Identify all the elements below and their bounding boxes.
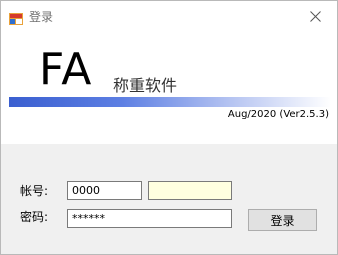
password-label: 密码: xyxy=(20,210,49,224)
title-bar[interactable]: 登录 xyxy=(1,1,337,31)
account-label: 帐号: xyxy=(20,184,49,198)
logo-text: FA xyxy=(39,44,93,95)
window-title: 登录 xyxy=(29,10,54,24)
account-input[interactable]: 0000 xyxy=(67,181,142,200)
version-label: Aug/2020 (Ver2.5.3) xyxy=(227,109,329,120)
banner: FA 称重软件 Aug/2020 (Ver2.5.3) xyxy=(1,31,337,144)
login-button[interactable]: 登录 xyxy=(248,209,317,231)
product-name: 称重软件 xyxy=(113,76,178,95)
password-input[interactable]: ****** xyxy=(67,209,232,228)
login-form: 帐号: 0000 密码: ****** 登录 xyxy=(1,144,337,254)
app-icon xyxy=(9,10,23,25)
close-button[interactable] xyxy=(293,1,337,31)
gradient-bar xyxy=(9,97,331,107)
login-window: 登录 FA 称重软件 Aug/2020 (Ver2.5.3) 帐号: 0000 … xyxy=(0,0,338,255)
close-icon xyxy=(309,10,321,22)
account-extra-field[interactable] xyxy=(148,181,232,200)
